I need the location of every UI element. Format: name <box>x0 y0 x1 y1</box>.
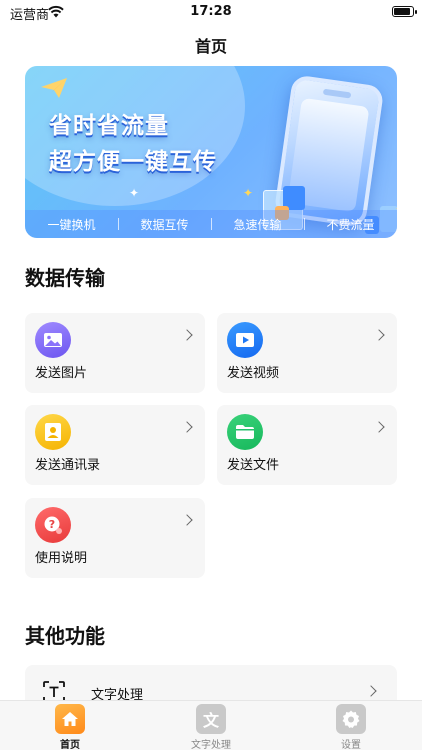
chevron-right-icon <box>373 329 385 341</box>
chevron-right-icon <box>181 329 193 341</box>
banner-feature: 数据互传 <box>118 216 211 233</box>
chevron-right-icon <box>365 685 377 697</box>
home-icon <box>55 704 85 734</box>
send-files-card[interactable]: 发送文件 <box>217 405 397 485</box>
sparkle-icon: ✦ <box>243 186 254 200</box>
tab-label: 设置 <box>341 740 361 750</box>
help-card[interactable]: ? 使用说明 <box>25 498 205 578</box>
card-label: 发送通讯录 <box>35 458 101 473</box>
svg-text:?: ? <box>49 518 55 531</box>
section-title-data-transfer: 数据传输 <box>25 266 105 290</box>
chevron-right-icon <box>373 421 385 433</box>
tab-text-processing[interactable]: 文 文字处理 <box>171 704 251 750</box>
send-contacts-card[interactable]: 发送通讯录 <box>25 405 205 485</box>
tab-bar: 首页 文 文字处理 设置 <box>0 700 422 750</box>
section-title-other-functions: 其他功能 <box>25 624 105 648</box>
image-icon <box>35 322 71 358</box>
tab-label: 文字处理 <box>191 740 231 750</box>
send-video-card[interactable]: 发送视频 <box>217 313 397 393</box>
banner-feature: 急速传输 <box>211 216 304 233</box>
banner-headline-2: 超方便一键互传 <box>49 149 217 175</box>
gear-icon <box>336 704 366 734</box>
folder-icon <box>227 414 263 450</box>
card-label: 发送视频 <box>227 366 280 381</box>
tab-home[interactable]: 首页 <box>30 704 110 750</box>
card-label: 使用说明 <box>35 551 88 566</box>
video-icon <box>227 322 263 358</box>
paper-plane-icon <box>41 78 67 98</box>
clock: 17:28 <box>190 4 232 19</box>
sparkle-icon: ✦ <box>129 186 140 200</box>
tab-settings[interactable]: 设置 <box>311 704 391 750</box>
text-icon: 文 <box>196 704 226 734</box>
card-label: 发送文件 <box>227 458 280 473</box>
banner-feature-strip: 一键换机 数据互传 急速传输 不费流量 <box>25 210 397 238</box>
chevron-right-icon <box>181 421 193 433</box>
help-icon: ? <box>35 507 71 543</box>
banner-feature: 不费流量 <box>304 216 397 233</box>
contacts-icon <box>35 414 71 450</box>
tab-label: 首页 <box>60 740 80 750</box>
battery-icon <box>392 6 417 17</box>
promo-banner[interactable]: 省时省流量 超方便一键互传 ✦ ✦ ✦ 一键换机 数据互传 急速传输 不费流量 <box>25 66 397 238</box>
banner-headline-1: 省时省流量 <box>49 113 169 139</box>
card-label: 发送图片 <box>35 366 88 381</box>
chevron-right-icon <box>181 514 193 526</box>
status-bar: 运营商 17:28 <box>0 0 422 24</box>
banner-feature: 一键换机 <box>47 217 96 232</box>
send-photos-card[interactable]: 发送图片 <box>25 313 205 393</box>
page-title: 首页 <box>194 37 227 56</box>
